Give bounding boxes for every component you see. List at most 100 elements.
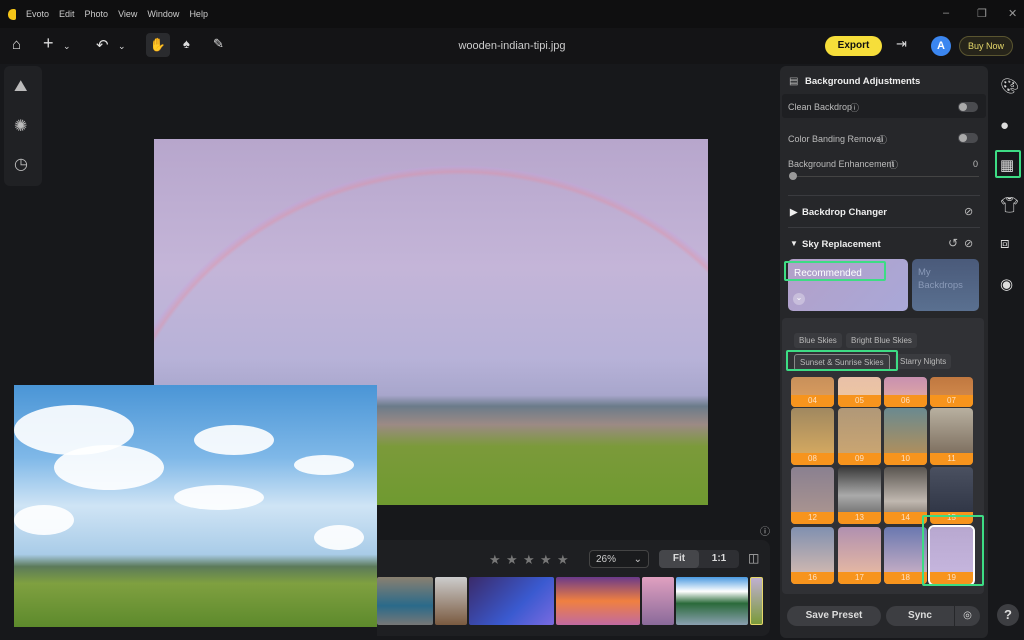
menu-photo[interactable]: Photo: [85, 9, 109, 19]
rating-star[interactable]: ★: [540, 552, 552, 568]
filmstrip-thumb[interactable]: [556, 577, 640, 625]
sky-thumb[interactable]: 09: [838, 408, 881, 465]
rating-star[interactable]: ★: [523, 552, 535, 568]
eraser-icon[interactable]: ⊘: [964, 205, 973, 218]
filmstrip-thumb[interactable]: [642, 577, 674, 625]
sky-thumb-label: 06: [884, 395, 927, 407]
filmstrip-thumb-current[interactable]: [750, 577, 763, 625]
rating-star[interactable]: ★: [489, 552, 501, 568]
sync-settings-icon[interactable]: ◎: [955, 606, 980, 626]
my-backdrops-label: My Backdrops: [918, 267, 963, 291]
sky-thumb[interactable]: 06: [884, 377, 927, 407]
divider: [788, 227, 980, 228]
menu-help[interactable]: Help: [189, 9, 208, 19]
sky-thumb-label: 08: [791, 453, 834, 465]
sky-thumb[interactable]: 18: [884, 527, 927, 584]
sky-thumb[interactable]: 08: [791, 408, 834, 465]
rating-star[interactable]: ★: [557, 552, 569, 568]
title-bar: Evoto Edit Photo View Window Help – ❐ ✕: [0, 0, 1024, 28]
category-bright-blue-skies[interactable]: Bright Blue Skies: [846, 333, 917, 348]
filmstrip-thumb[interactable]: [377, 577, 433, 625]
reset-icon[interactable]: ↺: [948, 236, 958, 250]
sky-thumb[interactable]: 04: [791, 377, 834, 407]
evoto-logo: [8, 8, 16, 20]
maximize-icon[interactable]: ❐: [977, 7, 987, 20]
help-icon[interactable]: ⓘ: [889, 158, 898, 171]
bg-enhancement-value: 0: [973, 159, 979, 169]
sun-icon[interactable]: ✺: [14, 116, 27, 136]
sky-thumb-label: 18: [884, 572, 927, 584]
sky-thumb[interactable]: 05: [838, 377, 881, 407]
shirt-icon[interactable]: 👕︎: [1000, 196, 1019, 214]
color-banding-toggle[interactable]: [958, 133, 978, 143]
info-icon[interactable]: ⓘ: [760, 523, 770, 538]
crop-icon[interactable]: ⧈: [1000, 235, 1010, 252]
filmstrip-thumb[interactable]: [435, 577, 467, 625]
sky-thumb[interactable]: 10: [884, 408, 927, 465]
original-photo-overlay: [14, 385, 377, 627]
sky-thumb-label: 05: [838, 395, 881, 407]
history-icon[interactable]: ◷: [14, 154, 28, 174]
sync-button[interactable]: Sync: [886, 606, 954, 626]
buy-now-button[interactable]: Buy Now: [959, 36, 1013, 56]
menu-edit[interactable]: Edit: [59, 9, 75, 19]
fit-button[interactable]: Fit: [659, 550, 699, 568]
menu-window[interactable]: Window: [147, 9, 179, 19]
help-icon[interactable]: ⓘ: [878, 133, 887, 146]
filmstrip-thumb[interactable]: [676, 577, 748, 625]
background-icon: ▤: [789, 76, 799, 87]
fit-toggle: Fit 1:1: [659, 550, 739, 568]
chevron-down-icon: ⌄: [793, 293, 805, 305]
slider-handle[interactable]: [789, 172, 797, 180]
camera-icon[interactable]: ◉: [1000, 275, 1013, 293]
bg-enhancement-label: Background Enhancement: [788, 159, 895, 169]
category-starry-nights[interactable]: Starry Nights: [895, 354, 952, 369]
backdrop-changer-title[interactable]: Backdrop Changer: [802, 207, 887, 218]
sky-thumb[interactable]: 13: [838, 467, 881, 524]
mountain-adjust-icon[interactable]: ⛰: [14, 78, 27, 96]
highlight-box: [995, 150, 1021, 178]
sky-thumb-label: 17: [838, 572, 881, 584]
sky-thumb[interactable]: 12: [791, 467, 834, 524]
left-tools: ⛰ ✺ ◷: [4, 66, 42, 186]
panel-title: Background Adjustments: [805, 76, 921, 87]
menu-view[interactable]: View: [118, 9, 137, 19]
one-to-one-button[interactable]: 1:1: [699, 550, 739, 568]
divider: [788, 195, 980, 196]
sky-thumb[interactable]: 16: [791, 527, 834, 584]
eraser-icon[interactable]: ⊘: [964, 237, 973, 250]
expand-icon[interactable]: ▶: [790, 207, 797, 218]
sky-thumb-label: 13: [838, 512, 881, 524]
sky-thumb[interactable]: 07: [930, 377, 973, 407]
bg-enhancement-slider[interactable]: [789, 176, 979, 177]
close-icon[interactable]: ✕: [1008, 7, 1017, 20]
compare-panel-icon[interactable]: ⇥: [896, 36, 907, 52]
split-view-icon[interactable]: ◫: [748, 551, 759, 565]
help-button[interactable]: ?: [997, 604, 1019, 626]
filmstrip-thumb[interactable]: [469, 577, 554, 625]
clean-backdrop-toggle[interactable]: [958, 102, 978, 112]
sky-thumb[interactable]: 14: [884, 467, 927, 524]
export-button[interactable]: Export: [825, 36, 882, 56]
highlight-box: [922, 515, 984, 586]
save-preset-button[interactable]: Save Preset: [787, 606, 881, 626]
sky-thumb[interactable]: 11: [930, 408, 973, 465]
sky-thumb-label: 07: [930, 395, 973, 407]
avatar[interactable]: A: [931, 36, 951, 56]
chevron-down-icon: ⌄: [633, 554, 642, 565]
sky-thumb[interactable]: 17: [838, 527, 881, 584]
sky-thumb-label: 09: [838, 453, 881, 465]
my-backdrops-card[interactable]: My Backdrops: [912, 259, 979, 311]
zoom-select[interactable]: 26% ⌄: [589, 550, 649, 568]
help-icon[interactable]: ⓘ: [850, 101, 859, 114]
menu-app[interactable]: Evoto: [26, 9, 49, 19]
highlight-box: [786, 350, 898, 371]
sky-thumb-label: 12: [791, 512, 834, 524]
rating-star[interactable]: ★: [506, 552, 518, 568]
minimize-icon[interactable]: –: [943, 7, 949, 19]
sky-replacement-title[interactable]: Sky Replacement: [802, 239, 881, 250]
face-icon[interactable]: ●: [1000, 117, 1009, 134]
collapse-icon[interactable]: ▼: [790, 239, 798, 248]
category-blue-skies[interactable]: Blue Skies: [794, 333, 842, 348]
palette-icon[interactable]: 🎨︎: [1000, 77, 1019, 95]
